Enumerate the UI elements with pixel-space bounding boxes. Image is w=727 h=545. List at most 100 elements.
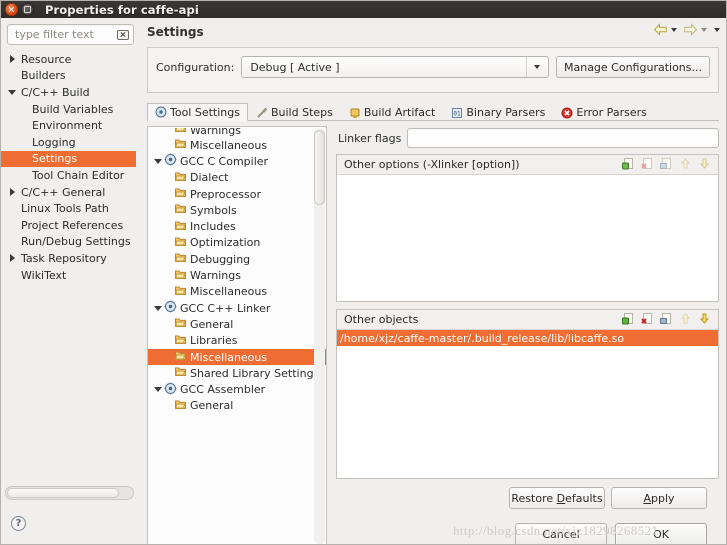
edit-icon[interactable]	[660, 157, 673, 173]
cancel-button[interactable]: Cancel	[515, 523, 607, 544]
tool-tree-item-libraries[interactable]: Libraries	[148, 333, 326, 349]
properties-tree[interactable]: Resource Builders C/C++ Build Build Variabl…	[1, 49, 136, 484]
sidebar-item-wikitext[interactable]: WikiText	[1, 267, 136, 284]
delete-icon[interactable]	[641, 157, 654, 173]
binary-parsers-icon: 01	[451, 107, 463, 119]
forward-arrow-icon[interactable]	[683, 23, 698, 36]
sidebar-item-logging[interactable]: Logging	[1, 134, 136, 151]
tool-tree-vertical-scrollbar[interactable]	[314, 128, 325, 544]
sidebar-item-label: Resource	[21, 52, 72, 66]
tool-tree-item-gcc-assembler[interactable]: GCC Assembler	[148, 381, 326, 397]
view-menu-chevron-down-icon[interactable]	[714, 27, 720, 32]
sidebar-item-label: Builders	[21, 69, 66, 83]
sidebar-item-project-references[interactable]: Project References	[1, 217, 136, 234]
add-icon[interactable]	[622, 157, 635, 173]
help-icon[interactable]: ?	[11, 515, 26, 531]
tool-tree-item-warnings[interactable]: Warnings	[148, 128, 326, 137]
tool-tree-item-label: Shared Library Settings	[190, 366, 320, 380]
other-options-toolbar	[622, 157, 714, 173]
sidebar-item-environment[interactable]: Environment	[1, 117, 136, 134]
svg-text:01: 01	[454, 110, 462, 117]
sidebar-item-build-variables[interactable]: Build Variables	[1, 101, 136, 118]
sidebar-horizontal-scrollbar[interactable]	[5, 486, 134, 500]
edit-icon[interactable]	[660, 312, 673, 328]
configuration-bar: Configuration: Debug [ Active ] Manage C…	[147, 47, 719, 93]
delete-icon[interactable]	[641, 312, 654, 328]
move-up-icon[interactable]	[679, 312, 692, 328]
sidebar-item-resource[interactable]: Resource	[1, 51, 136, 68]
tool-tree-item-label: Warnings	[190, 269, 241, 283]
other-options-header: Other options (-Xlinker [option])	[337, 155, 718, 175]
other-objects-list[interactable]: /home/xjz/caffe-master/.build_release/li…	[337, 330, 718, 478]
restore-defaults-button[interactable]: Restore Defaults	[509, 487, 605, 509]
scrollbar-thumb[interactable]	[314, 130, 325, 205]
move-down-icon[interactable]	[698, 157, 711, 173]
tab-label: Build Steps	[270, 106, 333, 119]
tool-tree-item-optimization[interactable]: Optimization	[148, 235, 326, 251]
sidebar-item-linux-tools-path[interactable]: Linux Tools Path	[1, 200, 136, 217]
tool-tree-item-label: Libraries	[190, 334, 238, 348]
tool-settings-tree[interactable]: Warnings Miscellaneous GCC C Compiler Diale…	[147, 126, 327, 544]
page-icon	[174, 349, 188, 365]
filter-input[interactable]: type filter text	[7, 24, 134, 45]
tool-tree-item-warnings[interactable]: Warnings	[148, 267, 326, 283]
manage-configurations-button[interactable]: Manage Configurations...	[555, 56, 710, 78]
sidebar-item-label: Environment	[32, 119, 103, 133]
maximize-window-button[interactable]	[21, 3, 34, 16]
option-panel: Linker flags Other options (-Xlinker [op…	[332, 126, 719, 544]
tab-error-parsers[interactable]: Error Parsers	[553, 103, 654, 121]
back-arrow-icon[interactable]	[653, 23, 668, 36]
tab-tool-settings[interactable]: Tool Settings	[147, 103, 248, 121]
sidebar-item-label: Settings	[32, 152, 78, 166]
tool-tree-item-includes[interactable]: Includes	[148, 218, 326, 234]
move-up-icon[interactable]	[679, 157, 692, 173]
sidebar-item-settings[interactable]: Settings	[1, 150, 136, 168]
forward-history-chevron-down-icon[interactable]	[701, 27, 707, 32]
move-down-icon[interactable]	[698, 312, 711, 328]
tool-tree-item-gcc-c-compiler[interactable]: GCC C Compiler	[148, 153, 326, 169]
tool-tree-item-preprocessor[interactable]: Preprocessor	[148, 186, 326, 202]
ok-button[interactable]: OK	[615, 523, 707, 544]
tool-tree-item-shared-library-settings[interactable]: Shared Library Settings	[148, 365, 326, 381]
other-objects-listbox[interactable]: Other objects /home/xjz/caffe-master/.bu…	[336, 309, 719, 479]
configuration-select[interactable]: Debug [ Active ]	[241, 56, 549, 78]
tool-tree-item-dialect[interactable]: Dialect	[148, 170, 326, 186]
list-item[interactable]: /home/xjz/caffe-master/.build_release/li…	[337, 330, 718, 346]
tab-label: Binary Parsers	[466, 106, 546, 119]
tool-tree-item-gcc-c++-linker[interactable]: GCC C++ Linker	[148, 300, 326, 316]
sidebar-item-tool-chain-editor[interactable]: Tool Chain Editor	[1, 167, 136, 184]
other-options-listbox[interactable]: Other options (-Xlinker [option])	[336, 154, 719, 302]
navigation-toolbar	[653, 23, 720, 36]
clear-icon[interactable]	[117, 29, 129, 40]
sidebar-item-c-c-build[interactable]: C/C++ Build	[1, 84, 136, 101]
other-options-list[interactable]	[337, 175, 718, 301]
sidebar-item-task-repository[interactable]: Task Repository	[1, 250, 136, 267]
tool-tree-item-debugging[interactable]: Debugging	[148, 251, 326, 267]
sidebar-item-label: Task Repository	[21, 251, 107, 265]
tool-tree-item-label: Miscellaneous	[190, 350, 268, 364]
linker-flags-input[interactable]	[407, 128, 719, 148]
tool-tree-item-general[interactable]: General	[148, 398, 326, 414]
tool-tree-item-general[interactable]: General	[148, 316, 326, 332]
tab-build-steps[interactable]: Build Steps	[248, 103, 341, 121]
tool-tree-item-miscellaneous[interactable]: Miscellaneous	[148, 137, 326, 153]
close-window-button[interactable]	[5, 3, 18, 16]
add-icon[interactable]	[622, 312, 635, 328]
tool-tree-item-symbols[interactable]: Symbols	[148, 202, 326, 218]
page-title: Settings	[147, 25, 204, 39]
sidebar-item-c-c-general[interactable]: C/C++ General	[1, 184, 136, 201]
scrollbar-thumb[interactable]	[7, 488, 119, 498]
sidebar-item-builders[interactable]: Builders	[1, 68, 136, 85]
wrench-icon	[256, 107, 268, 119]
tab-build-artifact[interactable]: Build Artifact	[341, 103, 444, 121]
configuration-chevron-down-icon[interactable]	[525, 57, 548, 77]
tab-binary-parsers[interactable]: 01 Binary Parsers	[443, 103, 553, 121]
other-options-title: Other options (-Xlinker [option])	[344, 158, 520, 171]
back-history-chevron-down-icon[interactable]	[671, 27, 677, 32]
sidebar-item-run-debug-settings[interactable]: Run/Debug Settings	[1, 234, 136, 251]
tool-tree-item-label: Miscellaneous	[190, 285, 268, 299]
tool-tree-item-miscellaneous[interactable]: Miscellaneous	[148, 284, 326, 300]
apply-button[interactable]: Apply	[611, 487, 707, 509]
right-panel: Settings Configuration: Debug [Active]…	[140, 18, 726, 544]
tool-tree-item-miscellaneous[interactable]: Miscellaneous	[148, 348, 326, 366]
